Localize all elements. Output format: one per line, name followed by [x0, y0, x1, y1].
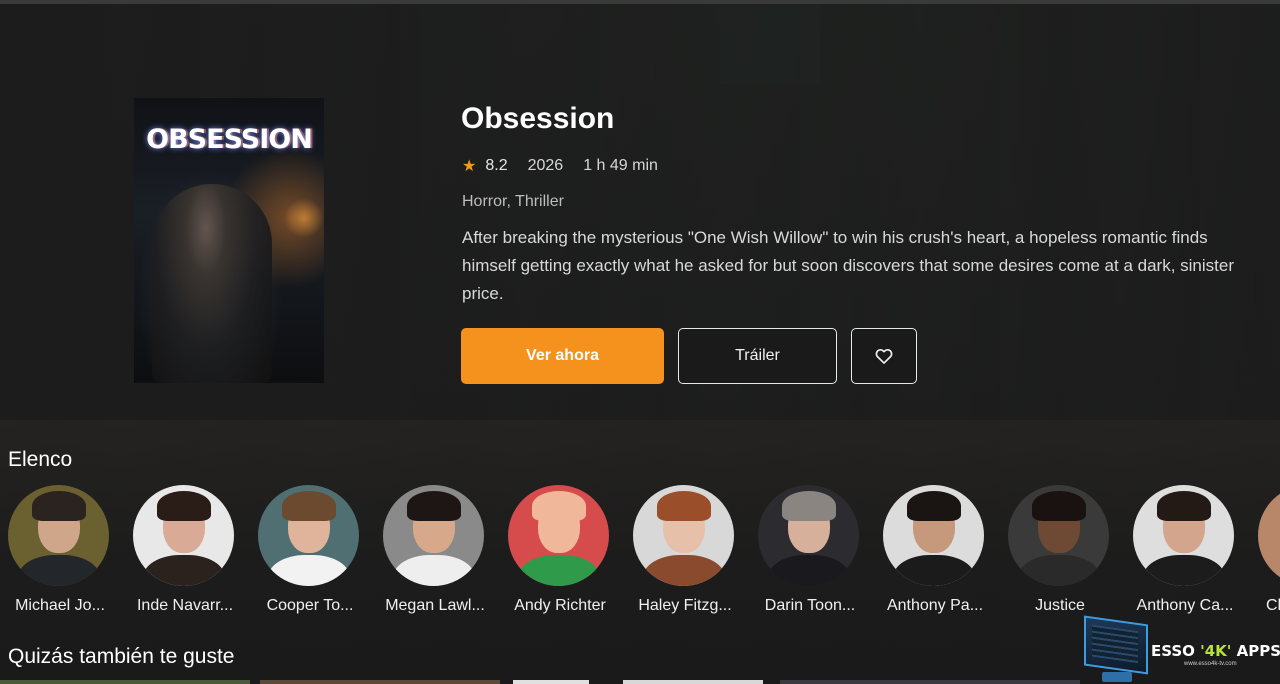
- cast-avatar: [758, 485, 859, 586]
- cast-name: Haley Fitzg...: [638, 597, 732, 614]
- cast-name: Anthony Ca...: [1136, 597, 1234, 614]
- watermark-text: ESSO '4K' APPS: [1151, 642, 1280, 660]
- favorite-button[interactable]: [851, 328, 917, 384]
- cast-member[interactable]: Anthony Pa...: [875, 485, 1000, 620]
- movie-rating: 8.2: [485, 157, 508, 174]
- cast-avatar: [508, 485, 609, 586]
- movie-title: Obsession: [461, 102, 615, 135]
- recommendation-thumbnail[interactable]: [780, 680, 1080, 684]
- cast-avatar: [1133, 485, 1234, 586]
- poster-title: OBSESSION: [146, 124, 313, 155]
- cast-name: Anthony Pa...: [886, 597, 984, 614]
- top-divider: [0, 0, 1280, 4]
- cast-name: Darin Toon...: [764, 597, 856, 614]
- cast-member[interactable]: Ch: [1250, 485, 1280, 620]
- movie-genres: Horror, Thriller: [462, 193, 564, 210]
- cast-member[interactable]: Cooper To...: [250, 485, 375, 620]
- movie-overview: After breaking the mysterious "One Wish …: [462, 228, 1234, 303]
- recommendation-thumbnail[interactable]: [260, 680, 500, 684]
- cast-avatar: [8, 485, 109, 586]
- cast-name: Inde Navarr...: [136, 597, 234, 614]
- cast-member[interactable]: Justice: [1000, 485, 1125, 620]
- movie-poster: OBSESSION: [134, 98, 324, 383]
- cast-avatar: [633, 485, 734, 586]
- trailer-button[interactable]: Tráiler: [678, 328, 837, 384]
- watch-now-button[interactable]: Ver ahora: [461, 328, 664, 384]
- cast-name: Megan Lawl...: [385, 597, 485, 614]
- cast-member[interactable]: Anthony Ca...: [1125, 485, 1250, 620]
- cast-member[interactable]: Inde Navarr...: [125, 485, 250, 620]
- cast-member[interactable]: Darin Toon...: [750, 485, 875, 620]
- poster-window-light: [284, 198, 324, 238]
- movie-year: 2026: [527, 157, 564, 174]
- movie-meta: ★ 8.2 2026 1 h 49 min: [462, 156, 658, 176]
- star-icon: ★: [462, 158, 477, 175]
- cast-avatar: [1008, 485, 1109, 586]
- cast-avatar: [258, 485, 359, 586]
- recommendation-thumbnail[interactable]: [513, 680, 589, 684]
- monitor-icon: [1084, 615, 1148, 675]
- cast-name: Andy Richter: [514, 597, 606, 614]
- movie-runtime: 1 h 49 min: [583, 157, 658, 174]
- recommendation-thumbnail[interactable]: [623, 680, 763, 684]
- heart-icon: [875, 348, 893, 364]
- recommendation-thumbnail[interactable]: [0, 680, 250, 684]
- cast-member[interactable]: Megan Lawl...: [375, 485, 500, 620]
- cast-list: Michael Jo... Inde Navarr... Cooper To..…: [0, 485, 1280, 620]
- cast-member[interactable]: Andy Richter: [500, 485, 625, 620]
- esso-watermark: ESSO '4K' APPS www.esso4k-tv.com: [1084, 615, 1280, 684]
- recommendations-title: Quizás también te guste: [8, 645, 235, 668]
- movie-detail-screen: OBSESSION Obsession ★ 8.2 2026 1 h 49 mi…: [0, 0, 1280, 684]
- cast-section-title: Elenco: [8, 448, 73, 471]
- cast-avatar: [1258, 485, 1280, 586]
- cast-name: Justice: [1035, 597, 1085, 614]
- cast-avatar: [383, 485, 484, 586]
- watermark-url: www.esso4k-tv.com: [1184, 661, 1237, 667]
- cast-member[interactable]: Haley Fitzg...: [625, 485, 750, 620]
- cast-avatar: [883, 485, 984, 586]
- poster-figure: [152, 184, 272, 383]
- cast-name: Cooper To...: [266, 597, 354, 614]
- monitor-stand: [1102, 672, 1132, 682]
- cast-name: Michael Jo...: [15, 597, 105, 614]
- cast-name: Ch: [1266, 597, 1280, 614]
- cast-member[interactable]: Michael Jo...: [0, 485, 125, 620]
- cast-avatar: [133, 485, 234, 586]
